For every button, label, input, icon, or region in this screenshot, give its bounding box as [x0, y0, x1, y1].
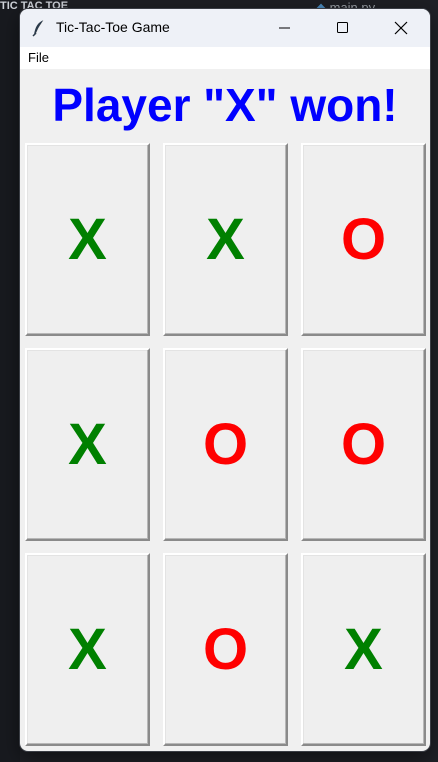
editor-pane: [430, 0, 438, 762]
cell-2-2[interactable]: X: [301, 553, 426, 746]
cell-1-2[interactable]: O: [301, 348, 426, 541]
editor-sidebar: [0, 0, 20, 762]
cell-1-0[interactable]: X: [25, 348, 150, 541]
game-window: Tic-Tac-Toe Game File Player "X" won! X …: [20, 9, 430, 751]
cell-1-1[interactable]: O: [163, 348, 288, 541]
cell-0-0[interactable]: X: [25, 143, 150, 336]
cell-0-1[interactable]: X: [163, 143, 288, 336]
cell-2-0[interactable]: X: [25, 553, 150, 746]
game-board: X X O X O O X O X: [20, 9, 430, 751]
cell-2-1[interactable]: O: [163, 553, 288, 746]
cell-0-2[interactable]: O: [301, 143, 426, 336]
